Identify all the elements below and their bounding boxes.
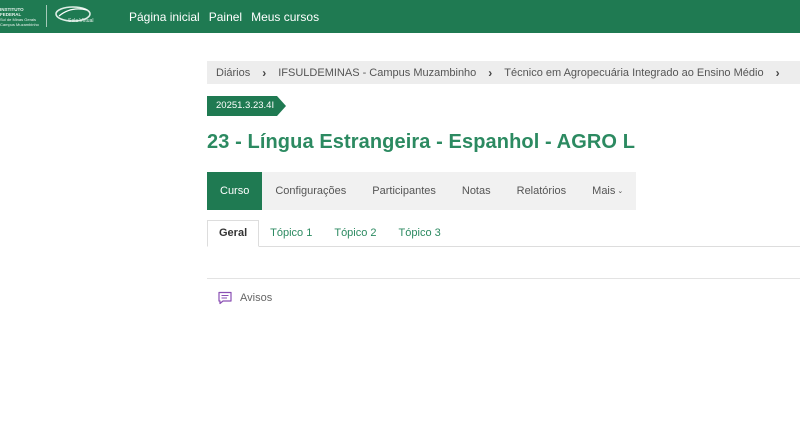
more-menu-button[interactable]: Mais ⌄: [579, 172, 636, 210]
section-tab-geral[interactable]: Geral: [207, 220, 260, 247]
tab-participants[interactable]: Participantes: [359, 172, 449, 210]
more-menu-label: Mais: [592, 185, 616, 197]
section-tab-topico-3[interactable]: Tópico 3: [388, 221, 452, 246]
breadcrumb: Diários › IFSULDEMINAS - Campus Muzambin…: [207, 61, 800, 84]
tab-course[interactable]: Curso: [207, 172, 263, 210]
breadcrumb-separator: ›: [262, 65, 267, 80]
course-code-arrow: [277, 96, 287, 116]
nav-link-my-courses[interactable]: Meus cursos: [251, 10, 319, 24]
sala-virtual-logo-icon: [55, 6, 91, 22]
page-title: 23 - Língua Estrangeira - Espanhol - AGR…: [207, 131, 636, 153]
section-tabs: Geral Tópico 1 Tópico 2 Tópico 3: [207, 220, 800, 247]
nav-link-dashboard[interactable]: Painel: [209, 10, 242, 24]
course-secondary-navigation: Curso Configurações Participantes Notas …: [207, 172, 636, 210]
activity-label[interactable]: Avisos: [240, 292, 272, 304]
institution-logo-line: Campus Muzambinho: [0, 22, 39, 27]
nav-link-home[interactable]: Página inicial: [129, 10, 200, 24]
section-tab-topico-2[interactable]: Tópico 2: [323, 221, 387, 246]
activity-avisos[interactable]: Avisos: [217, 290, 272, 306]
tab-grades[interactable]: Notas: [449, 172, 504, 210]
top-navbar: INSTITUTO FEDERAL Sul de Minas Gerais Ca…: [0, 0, 800, 33]
breadcrumb-item-campus[interactable]: IFSULDEMINAS - Campus Muzambinho: [278, 67, 476, 79]
section-tab-topico-1[interactable]: Tópico 1: [259, 221, 323, 246]
forum-icon: [218, 291, 232, 305]
primary-navigation: Página inicial Painel Meus cursos: [129, 0, 328, 33]
institution-logo[interactable]: INSTITUTO FEDERAL Sul de Minas Gerais Ca…: [0, 7, 46, 27]
tab-settings[interactable]: Configurações: [262, 172, 359, 210]
tab-reports[interactable]: Relatórios: [504, 172, 580, 210]
breadcrumb-item-diarios[interactable]: Diários: [216, 67, 250, 79]
breadcrumb-separator: ›: [775, 65, 780, 80]
course-code: 20251.3.23.4I: [207, 96, 278, 116]
sala-virtual-logo-text: Sala Virtual: [68, 18, 94, 24]
breadcrumb-item-program[interactable]: Técnico em Agropecuária Integrado ao Ens…: [504, 67, 763, 79]
chevron-down-icon: ⌄: [617, 188, 624, 195]
breadcrumb-separator: ›: [488, 65, 493, 80]
institution-logo-line: INSTITUTO FEDERAL: [0, 7, 24, 17]
logo-divider: [46, 5, 47, 27]
section-divider: [207, 278, 800, 279]
course-code-badge: 20251.3.23.4I: [207, 96, 287, 116]
sala-virtual-logo[interactable]: Sala Virtual: [53, 4, 105, 28]
